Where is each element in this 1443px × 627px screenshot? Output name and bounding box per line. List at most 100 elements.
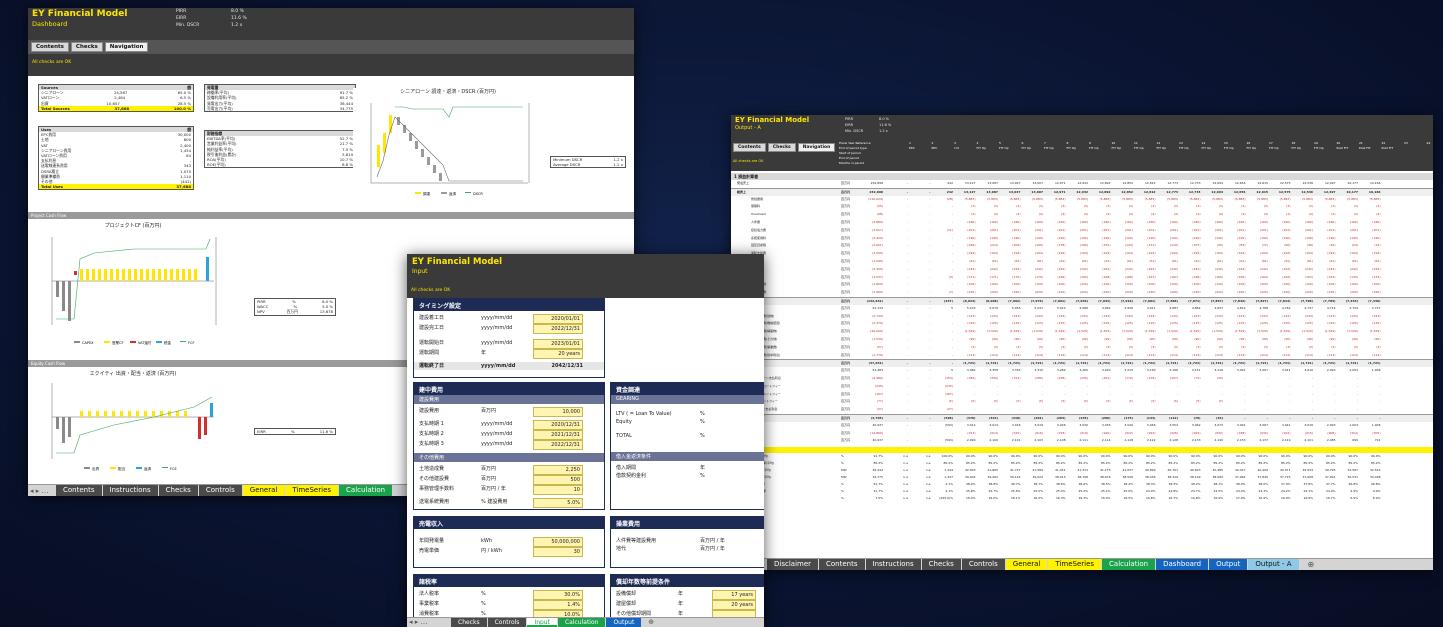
operation-start-input[interactable]: 2023/01/01	[533, 339, 583, 349]
row-value: n.a	[925, 496, 931, 501]
tab-controls[interactable]: Controls	[961, 559, 1005, 570]
tab-controls[interactable]: Controls	[487, 618, 527, 627]
row-value: -	[951, 352, 953, 357]
tariff-input[interactable]: 30	[533, 547, 583, 557]
tab-calculation[interactable]: Calculation	[339, 485, 393, 496]
tab-instructions[interactable]: Instructions	[865, 559, 921, 570]
operation-end-row: 運転終了日 yyyy/mm/dd 2042/12/31	[414, 362, 604, 370]
tab-checks[interactable]: Checks	[158, 485, 198, 496]
tab-general[interactable]: General	[1005, 559, 1048, 570]
tab-input[interactable]: Input	[527, 618, 557, 627]
row-value: (143)	[967, 313, 976, 318]
row-value: 41,175	[1100, 468, 1111, 473]
add-sheet-icon[interactable]: ⊕	[642, 618, 660, 627]
row-value: (242)	[1057, 266, 1066, 271]
tab-contents[interactable]: Contents	[56, 485, 102, 496]
row-value: 1,344	[944, 468, 953, 473]
payment-3-input[interactable]: 2022/12/31	[533, 440, 583, 450]
grid-cost-input[interactable]: 5.0%	[533, 498, 583, 508]
add-sheet-icon[interactable]: ⊕	[1300, 559, 1323, 570]
land-cost-input[interactable]: 2,250	[533, 465, 583, 475]
tab-general[interactable]: General	[242, 485, 285, 496]
tab-output[interactable]: Output	[1209, 559, 1248, 570]
tab-controls[interactable]: Controls	[198, 485, 242, 496]
operation-period-input[interactable]: 20 years	[533, 349, 583, 359]
row-value: (143)	[1214, 313, 1223, 318]
start-date-input[interactable]: 2020/01/01	[533, 314, 583, 324]
navigation-button[interactable]: Navigation	[104, 42, 149, 52]
contents-button[interactable]: Contents	[31, 42, 69, 52]
row-value: 41,451	[1055, 468, 1066, 473]
tab-dashboard[interactable]: Dashboard	[1156, 559, 1209, 570]
row-value: -	[951, 243, 953, 248]
bar-drawdown	[377, 145, 380, 167]
row-value: (168)	[1124, 274, 1133, 279]
row-total: (245)	[874, 383, 883, 388]
tab-output-a[interactable]: Output - A	[1248, 559, 1299, 570]
row-value: 3,215	[1124, 368, 1133, 373]
row-value: 1,006	[1371, 368, 1381, 373]
row-value: 26.8%	[1348, 482, 1358, 487]
row-value: 3,310	[1034, 368, 1043, 373]
navigation-button[interactable]: Navigation	[797, 143, 836, 152]
tab-contents[interactable]: Contents	[819, 559, 865, 570]
corporate-tax-row: 法人税率% 30.0%	[414, 590, 604, 600]
row-value: (305)	[1372, 430, 1381, 435]
row-value: -	[974, 407, 976, 412]
row-value: 2,100	[989, 438, 998, 443]
row-value: -	[929, 336, 931, 341]
corporate-tax-input[interactable]: 30.0%	[533, 590, 583, 600]
tab-checks[interactable]: Checks	[451, 618, 487, 627]
tab-calculation[interactable]: Calculation	[557, 618, 606, 627]
row-value: 6.9%	[1372, 496, 1381, 501]
row-value: (1,529)	[1257, 329, 1268, 334]
row-value: (190)	[1169, 235, 1178, 240]
annual-generation-input[interactable]: 50,000,000	[533, 537, 583, 547]
other-construction-input[interactable]: 500	[533, 475, 583, 485]
row-value: (5)	[1218, 399, 1223, 404]
checks-button[interactable]: Checks	[767, 143, 796, 152]
row-value: -	[906, 344, 908, 349]
building-depr-input[interactable]: 20 years	[712, 600, 756, 610]
row-value: 13,127	[965, 181, 976, 185]
row-value: 242	[947, 181, 953, 185]
legend-tax: 税金	[164, 340, 171, 345]
tab-checks[interactable]: Checks	[921, 559, 961, 570]
table-row: 設備利用率(平均)%85.2%n.an.a85.2%85.2%85.2%85.2…	[731, 460, 1433, 467]
tab-output[interactable]: Output	[606, 618, 642, 627]
equipment-depr-input[interactable]: 17 years	[712, 590, 756, 600]
tab-scroll-arrows[interactable]: ◂ ▸ …	[409, 618, 427, 626]
row-value: -	[929, 368, 931, 373]
row-value: -	[1266, 383, 1268, 388]
row-label: 系統使用料	[751, 235, 767, 240]
payment-1-input[interactable]: 2020/12/31	[533, 420, 583, 430]
completion-date-input[interactable]: 2022/12/31	[533, 324, 583, 334]
row-value: (201)	[1079, 227, 1088, 232]
business-tax-input[interactable]: 1.4%	[533, 600, 583, 610]
tab-scroll-arrows[interactable]: ◂ ▸ …	[30, 487, 48, 495]
construction-cost-input[interactable]: 10,000	[533, 407, 583, 417]
row-value: 39,262	[987, 475, 999, 480]
tab-timeseries[interactable]: TimeSeries	[285, 485, 339, 496]
row-value: 9.9%	[1372, 489, 1381, 494]
column-type: FIT Op	[1066, 146, 1077, 150]
tab-timeseries[interactable]: TimeSeries	[1048, 559, 1102, 570]
row-value: n.a	[925, 468, 931, 473]
tab-disclaimer[interactable]: Disclaimer	[767, 559, 819, 570]
payment-2-input[interactable]: 2021/12/31	[533, 430, 583, 440]
row-value: (90)	[1284, 336, 1291, 341]
row-value: -	[951, 212, 953, 217]
row-total: (3,500)	[872, 251, 883, 256]
contents-button[interactable]: Contents	[733, 143, 766, 152]
checks-button[interactable]: Checks	[70, 42, 103, 52]
admin-fee-input[interactable]: 10	[533, 485, 583, 495]
tab-calculation[interactable]: Calculation	[1102, 559, 1156, 570]
row-value: (114)	[1057, 352, 1066, 357]
kpi-eirr: EIRR 11.6 %	[176, 16, 247, 21]
row-value: (5)	[1128, 399, 1133, 404]
opex-panel: 操業費用 人件費等建設費用 百万円 / 年 地代 百万円 / 年	[610, 516, 764, 568]
tab-instructions[interactable]: Instructions	[102, 485, 158, 496]
row-value: -	[974, 383, 976, 388]
personnel-row: 人件費等建設費用 百万円 / 年	[616, 538, 725, 544]
row-value: 3,166	[1169, 368, 1178, 373]
